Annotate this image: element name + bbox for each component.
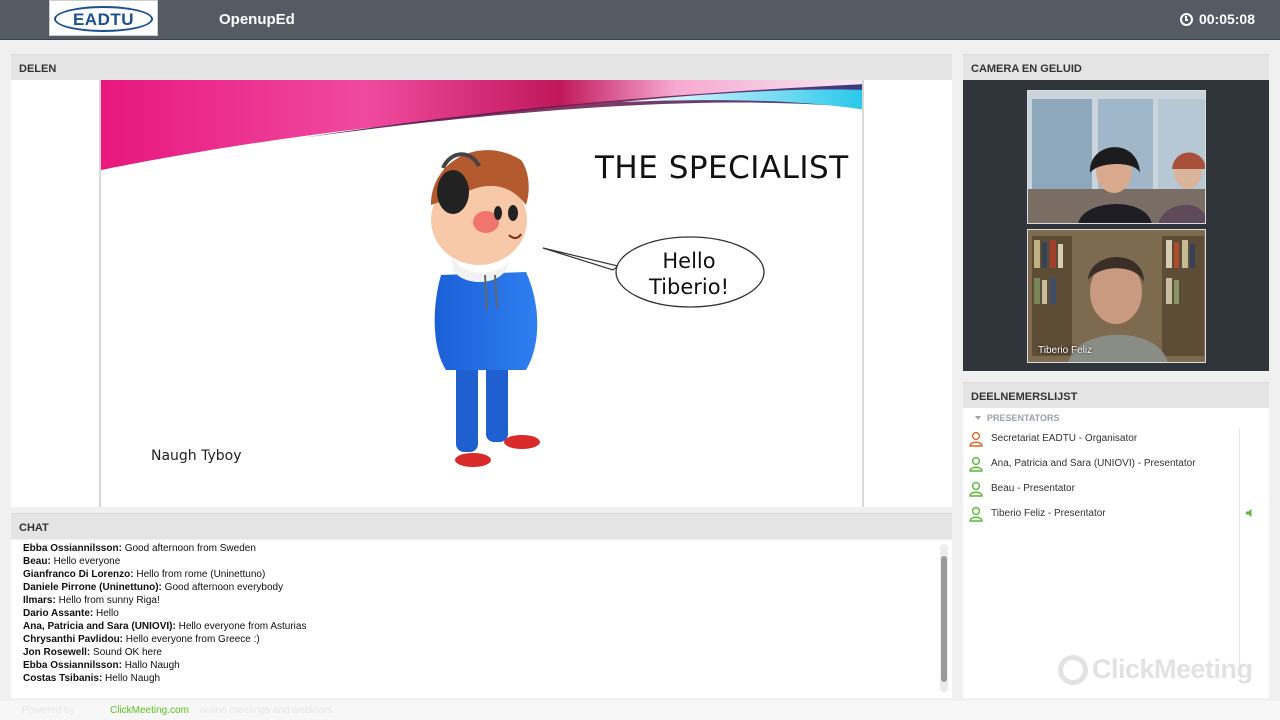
footer-powered-by: Powered by [22,705,75,716]
chat-author: Beau: [23,556,51,567]
presenters-section-label: PRESENTATORS [987,413,1060,423]
footer-tagline: online meetings and webinars [200,705,333,716]
clock-icon [1179,12,1193,26]
chat-author: Ana, Patricia and Sara (UNIOVI): [23,621,176,632]
chat-text: Good afternoon from Sweden [121,543,256,554]
chat-text: Hello from sunny Riga! [55,595,160,606]
eadtu-logo: EADTU [49,0,158,36]
speech-bubble-text: Hello Tiberio! [619,248,759,300]
footer-clickmeeting-link[interactable]: ClickMeeting.com [110,705,189,716]
chat-author: Costas Tsibanis: [23,673,103,684]
chat-text: Hallo Naugh [121,660,180,671]
speech-line [542,247,620,271]
chat-message: Daniele Pirrone (Uninettuno): Good after… [23,581,306,594]
slide-caption: Naugh Tyboy [151,448,242,464]
bubble-line-2: Tiberio! [648,275,729,299]
participant-uniovi[interactable]: Ana, Patricia and Sara (UNIOVI) - Presen… [963,455,1239,477]
clickmeeting-logo-icon [1058,654,1088,685]
participant-label: Tiberio Feliz - Presentator [991,508,1106,519]
presentation-slide: THE SPECIALIST Hello Tiberio! Naugh Tybo… [99,80,864,507]
participant-tiberio[interactable]: Tiberio Feliz - Presentator [963,505,1239,527]
participant-label: Ana, Patricia and Sara (UNIOVI) - Presen… [991,458,1196,469]
chat-author: Daniele Pirrone (Uninettuno): [23,582,162,593]
chat-message: Dario Assante: Hello [23,607,306,620]
share-panel-header: DELEN [11,54,952,80]
chat-text: Hello everyone [50,556,121,567]
footer: Powered by ClickMeeting.com online meeti… [0,701,1280,720]
chat-author: Dario Assante: [23,608,94,619]
chat-author: Chrysanthi Pavlidou: [23,634,124,645]
chat-message-list: Ebba Ossiannilsson: Good afternoon from … [23,542,306,685]
participants-panel-header: DEELNEMERSLIJST [963,382,1269,408]
participant-beau[interactable]: Beau - Presentator [963,480,1239,502]
speaker-icon[interactable] [1245,508,1255,518]
caret-down-icon [975,416,981,420]
chat-message: Costas Tsibanis: Hello Naugh [23,672,306,685]
chat-text: Hello everyone from Asturias [175,621,307,632]
timer-value: 00:05:08 [1198,11,1255,27]
cartoon-boy [431,150,540,467]
chat-message: Ana, Patricia and Sara (UNIOVI): Hello e… [23,620,306,633]
chat-text: Hello everyone from Greece :) [123,634,260,645]
chat-message: Chrysanthi Pavlidou: Hello everyone from… [23,633,306,646]
user-icon [969,506,983,522]
user-icon [969,431,983,447]
top-bar: EADTU OpenupEd 00:05:08 [0,0,1280,40]
chat-message: Ilmars: Hello from sunny Riga! [23,594,306,607]
camera-panel-header: CAMERA EN GELUID [963,54,1269,80]
chat-panel: Ebba Ossiannilsson: Good afternoon from … [11,540,952,698]
app-title: OpenupEd [219,11,295,28]
video-name-label: Tiberio Feliz [1038,345,1093,356]
chat-text: Hello from rome (Uninettuno) [133,569,266,580]
slide-title: THE SPECIALIST [595,150,849,186]
participant-label: Secretariat EADTU - Organisator [991,433,1138,444]
video-tile-uniovi[interactable] [1027,90,1206,224]
video-feed-2 [1028,230,1205,362]
chat-author: Ilmars: [23,595,56,606]
chat-text: Good afternoon everybody [161,582,284,593]
chat-scrollbar[interactable] [940,544,948,692]
chat-author: Jon Rosewell: [23,647,91,658]
video-tile-tiberio[interactable]: Tiberio Feliz [1027,229,1206,363]
chat-panel-header: CHAT [11,513,952,539]
presenters-section-toggle[interactable]: PRESENTATORS [975,413,1060,423]
participant-label: Beau - Presentator [991,483,1075,494]
chat-author: Ebba Ossiannilsson: [23,543,122,554]
chat-message: Jon Rosewell: Sound OK here [23,646,306,659]
chat-message: Ebba Ossiannilsson: Good afternoon from … [23,542,306,555]
chat-message: Ebba Ossiannilsson: Hallo Naugh [23,659,306,672]
logo-text: EADTU [72,10,135,29]
user-icon [969,481,983,497]
chat-message: Beau: Hello everyone [23,555,306,568]
watermark-text: ClickMeeting [1092,654,1253,684]
video-feed-1 [1028,91,1205,223]
chat-author: Gianfranco Di Lorenzo: [23,569,134,580]
user-icon [969,456,983,472]
participant-organizer[interactable]: Secretariat EADTU - Organisator [963,430,1239,452]
bubble-line-1: Hello [662,249,716,273]
chat-text: Sound OK here [90,647,162,658]
clickmeeting-watermark: ClickMeeting [1058,654,1253,685]
camera-panel: Tiberio Feliz [963,80,1269,371]
chat-scrollbar-thumb[interactable] [941,556,947,682]
session-timer: 00:05:08 [1179,11,1255,27]
chat-message: Gianfranco Di Lorenzo: Hello from rome (… [23,568,306,581]
chat-text: Hello Naugh [102,673,161,684]
chat-author: Ebba Ossiannilsson: [23,660,122,671]
participants-panel: PRESENTATORS Secretariat EADTU - Organis… [963,408,1269,698]
chat-text: Hello [93,608,119,619]
list-divider [1239,428,1240,668]
